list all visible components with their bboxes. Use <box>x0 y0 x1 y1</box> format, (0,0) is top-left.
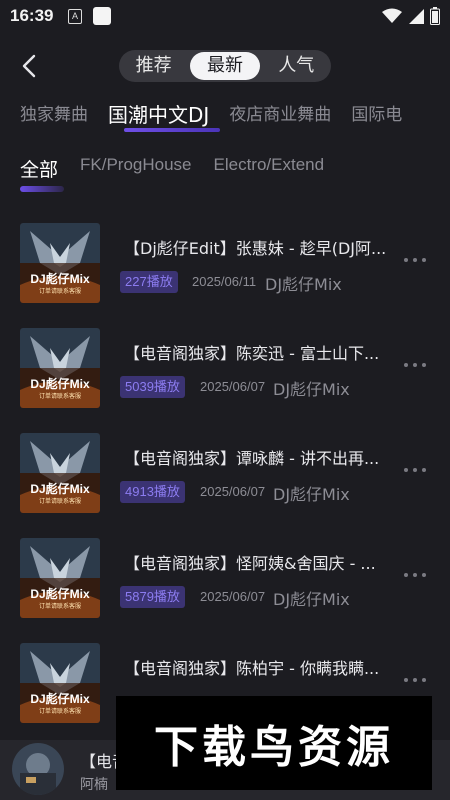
list-item[interactable]: DJ彪仔Mix 订单请联系客服 【电音阁独家】怪阿姨&舍国庆 - ... 587… <box>0 538 450 622</box>
cover-subtitle-text: 订单请联系客服 <box>39 392 81 400</box>
cover-subtitle-text: 订单请联系客服 <box>39 287 81 295</box>
cover-title-text: DJ彪仔Mix <box>30 271 90 286</box>
notification-a-icon: A <box>68 9 82 24</box>
release-date: 2025/06/07 <box>200 379 266 394</box>
artist-name: DJ彪仔Mix <box>273 380 350 399</box>
play-count-badge: 227播放 <box>120 271 178 293</box>
category-active-indicator <box>124 128 220 132</box>
cover-image: DJ彪仔Mix 订单请联系客服 <box>20 643 100 723</box>
category-tabs: 独家舞曲 国潮中文DJ 夜店商业舞曲 国际电 <box>20 100 422 129</box>
play-count-badge: 5039播放 <box>120 376 185 398</box>
subtab-fk-proghouse[interactable]: FK/ProgHouse <box>80 155 192 182</box>
tab-popular[interactable]: 人气 <box>262 50 331 82</box>
subtab-active-indicator <box>20 186 64 192</box>
more-options-icon[interactable] <box>404 258 426 262</box>
release-date: 2025/06/07 <box>200 589 266 604</box>
category-chinese-dj[interactable]: 国潮中文DJ <box>108 99 209 128</box>
notification-square-icon <box>93 7 111 25</box>
cover-title-text: DJ彪仔Mix <box>30 586 90 601</box>
wifi-icon <box>382 8 402 23</box>
back-arrow-icon[interactable] <box>16 50 44 82</box>
list-item[interactable]: DJ彪仔Mix 订单请联系客服 【电音阁独家】陈奕迅 - 富士山下... 503… <box>0 328 450 412</box>
now-playing-artist: 阿楠 <box>80 777 108 793</box>
status-bar: 16:39 A <box>0 0 450 32</box>
track-title: 【电音阁独家】谭咏麟 - 讲不出再... <box>124 449 380 468</box>
more-options-icon[interactable] <box>404 468 426 472</box>
tab-recommend[interactable]: 推荐 <box>119 50 188 82</box>
cover-subtitle-text: 订单请联系客服 <box>39 707 81 715</box>
status-time: 16:39 <box>10 6 54 25</box>
cover-image: DJ彪仔Mix 订单请联系客服 <box>20 223 100 303</box>
cover-subtitle-text: 订单请联系客服 <box>39 497 81 505</box>
watermark-text: 下载鸟资源 <box>154 722 394 773</box>
track-title: 【电音阁独家】怪阿姨&舍国庆 - ... <box>124 554 376 573</box>
tab-latest[interactable]: 最新 <box>190 52 260 80</box>
category-international[interactable]: 国际电 <box>351 100 402 129</box>
now-playing-cover <box>12 743 64 795</box>
cover-title-text: DJ彪仔Mix <box>30 691 90 706</box>
signal-icon <box>409 9 424 24</box>
track-title: 【Dj彪仔Edit】张惠妹 - 趁早(DJ阿... <box>124 239 387 258</box>
cover-image: DJ彪仔Mix 订单请联系客服 <box>20 538 100 618</box>
watermark-banner: 下载鸟资源 <box>116 696 432 790</box>
subtab-electro-extend[interactable]: Electro/Extend <box>214 155 325 182</box>
artist-name: DJ彪仔Mix <box>273 485 350 504</box>
artist-name: DJ彪仔Mix <box>273 590 350 609</box>
battery-icon <box>430 7 440 25</box>
list-item[interactable]: DJ彪仔Mix 订单请联系客服 【Dj彪仔Edit】张惠妹 - 趁早(DJ阿..… <box>0 223 450 307</box>
cover-title-text: DJ彪仔Mix <box>30 481 90 496</box>
cover-image: DJ彪仔Mix 订单请联系客服 <box>20 433 100 513</box>
more-options-icon[interactable] <box>404 363 426 367</box>
genre-subtabs: 全部 FK/ProgHouse Electro/Extend <box>20 155 346 182</box>
top-nav: 推荐 最新 人气 <box>0 48 450 84</box>
cover-title-text: DJ彪仔Mix <box>30 376 90 391</box>
sort-segment-control: 推荐 最新 人气 <box>119 50 331 82</box>
artist-name: DJ彪仔Mix <box>265 275 342 294</box>
release-date: 2025/06/11 <box>192 274 257 289</box>
play-count-badge: 5879播放 <box>120 586 185 608</box>
category-club-dance[interactable]: 夜店商业舞曲 <box>229 100 331 129</box>
more-options-icon[interactable] <box>404 678 426 682</box>
category-exclusive-dance[interactable]: 独家舞曲 <box>20 100 88 129</box>
track-title: 【电音阁独家】陈柏宇 - 你瞒我瞒... <box>124 659 380 678</box>
more-options-icon[interactable] <box>404 573 426 577</box>
play-count-badge: 4913播放 <box>120 481 185 503</box>
cover-subtitle-text: 订单请联系客服 <box>39 602 81 610</box>
release-date: 2025/06/07 <box>200 484 266 499</box>
track-title: 【电音阁独家】陈奕迅 - 富士山下... <box>124 344 380 363</box>
cover-image: DJ彪仔Mix 订单请联系客服 <box>20 328 100 408</box>
subtab-all[interactable]: 全部 <box>20 155 58 182</box>
list-item[interactable]: DJ彪仔Mix 订单请联系客服 【电音阁独家】谭咏麟 - 讲不出再... 491… <box>0 433 450 517</box>
